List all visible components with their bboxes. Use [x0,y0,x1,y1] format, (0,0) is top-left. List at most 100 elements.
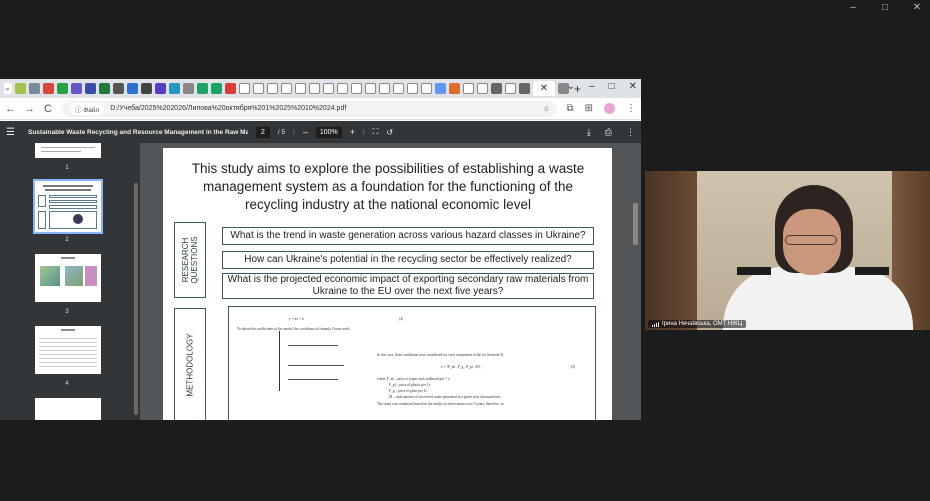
tab-favicon[interactable] [29,83,40,94]
browser-maximize-button[interactable]: □ [609,81,615,92]
tab-favicon[interactable] [141,83,152,94]
download-icon[interactable]: ⤓ [587,127,591,138]
page-thumbnail-3[interactable] [35,254,101,302]
thumb-box [49,200,97,203]
site-info-chip[interactable]: ⓘ Файл [70,102,105,115]
thumb-line [61,257,75,259]
forward-button[interactable]: → [24,103,35,115]
thumb-table [39,335,97,369]
participant-figure [723,267,913,330]
doc-tab-icon[interactable] [379,83,390,94]
page-thumbnail-5[interactable] [35,398,101,420]
tab-favicon[interactable] [211,83,222,94]
tab-search-button[interactable]: ⌄ [567,81,575,92]
window-controls: – □ ✕ [846,2,924,13]
methodology-paragraph: P_g – price of glass per 1t; [389,389,428,393]
reload-button[interactable]: C [43,103,53,115]
thumb-chart [40,266,60,286]
thumbnail-number: 3 [65,309,69,315]
page-scrollbar[interactable] [633,203,638,245]
thumb-box [38,211,46,229]
page-thumbnail-1[interactable] [35,143,101,158]
doc-tab-icon[interactable] [407,83,418,94]
zoom-in-button[interactable]: + [350,127,355,137]
back-button[interactable]: ← [5,103,16,115]
tab-favicon[interactable] [183,83,194,94]
extensions-icon[interactable]: ⧉ [566,103,573,114]
url-text: D:/Учеба/2025%202026/Липова%20октября%20… [110,105,347,112]
slide-title: This study aims to explore the possibili… [191,161,585,212]
browser-minimize-button[interactable]: – [589,81,595,92]
thumb-line [43,185,93,187]
active-tab-close-button[interactable]: ✕ [533,81,555,96]
tab-favicon[interactable] [519,83,530,94]
zoom-input[interactable]: 100% [315,126,342,138]
tab-favicon[interactable] [113,83,124,94]
profile-avatar[interactable] [604,103,615,114]
tab-favicon[interactable] [127,83,138,94]
tab-favicon[interactable] [449,83,460,94]
tab-favicon[interactable] [169,83,180,94]
tab-favicon[interactable] [491,83,502,94]
doc-tab-icon[interactable] [463,83,474,94]
browser-menu-icon[interactable]: ⋮ [626,103,636,114]
side-panel-icon[interactable]: ⊞ [585,103,593,114]
info-icon: ⓘ [75,106,82,114]
formula-line: y = ax + b [289,317,304,321]
doc-tab-icon[interactable] [281,83,292,94]
thumb-box [38,195,46,207]
doc-tab-icon[interactable] [505,83,516,94]
tab-favicon[interactable] [99,83,110,94]
tab-favicon[interactable] [197,83,208,94]
doc-tab-icon[interactable] [323,83,334,94]
maximize-button[interactable]: □ [878,2,892,13]
print-icon[interactable]: ⎙ [605,127,612,138]
doc-tab-icon[interactable] [239,83,250,94]
question-3: What is the projected economic impact of… [222,273,594,299]
browser-toolbar-actions: ⧉ ⊞ ⋮ [566,103,636,114]
research-questions-text: RESEARCH QUESTIONS [181,236,199,284]
doc-tab-icon[interactable] [295,83,306,94]
sheets-tab-icon[interactable] [57,83,68,94]
participant-figure [855,267,889,275]
participant-video[interactable]: Ірина Нечаївська, OMT НЖЦ [645,171,930,330]
doc-tab-icon[interactable] [477,83,488,94]
thumb-box [49,195,97,198]
pdf-actions: ⤓ ⎙ ⋮ [587,127,635,138]
document-title: Sustainable Waste Recycling and Resource… [28,128,248,136]
page-thumbnail-4[interactable] [35,326,101,374]
url-input[interactable]: ⓘ Файл D:/Учеба/2025%202026/Липова%20окт… [62,100,558,117]
minimize-button[interactable]: – [846,2,860,13]
doc-tab-icon[interactable] [253,83,264,94]
thumbnail-scrollbar[interactable] [134,183,138,415]
doc-tab-icon[interactable] [267,83,278,94]
page-thumbnail-2[interactable] [33,179,103,234]
tab-favicon[interactable] [71,83,82,94]
sidebar-menu-icon[interactable]: ☰ [6,127,20,138]
tab-search-icon[interactable]: ⌄ [4,83,12,94]
bookmark-star-icon[interactable]: ☆ [543,105,549,113]
tab-favicon[interactable] [435,83,446,94]
methodology-paragraph: The study was conducted based on the res… [377,402,504,406]
tab-favicon[interactable] [85,83,96,94]
fit-page-icon[interactable]: ⛶ [373,127,379,137]
browser-close-button[interactable]: ✕ [629,81,637,92]
doc-tab-icon[interactable] [365,83,376,94]
toolbar-divider: | [363,128,365,136]
gmail-tab-icon[interactable] [43,83,54,94]
tab-favicon[interactable] [155,83,166,94]
zoom-out-button[interactable]: – [303,127,308,137]
doc-tab-icon[interactable] [393,83,404,94]
doc-tab-icon[interactable] [421,83,432,94]
tab-favicon[interactable] [225,83,236,94]
tab-favicon[interactable] [15,83,26,94]
participant-name: Ірина Нечаївська, OMT НЖЦ [662,321,743,327]
rotate-icon[interactable]: ↺ [386,128,393,137]
doc-tab-icon[interactable] [351,83,362,94]
close-button[interactable]: ✕ [910,2,924,13]
page-number-input[interactable]: 2 [256,126,270,138]
pdf-page: This study aims to explore the possibili… [163,148,612,420]
doc-tab-icon[interactable] [309,83,320,94]
doc-tab-icon[interactable] [337,83,348,94]
more-options-icon[interactable]: ⋮ [626,127,635,138]
